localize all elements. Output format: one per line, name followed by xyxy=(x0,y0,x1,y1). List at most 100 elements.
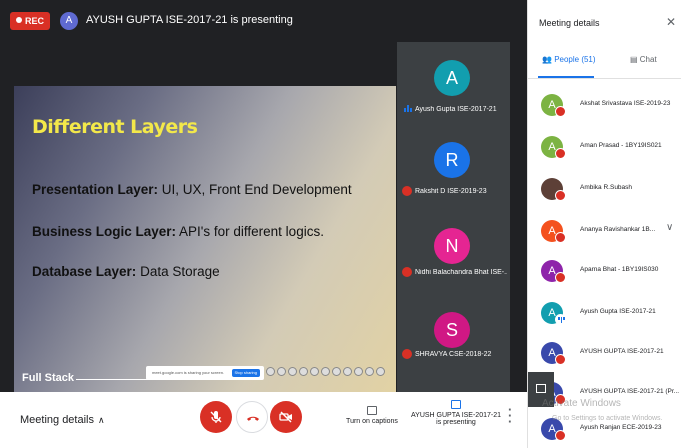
captions-label: Turn on captions xyxy=(346,418,398,425)
tab-chat-label: Chat xyxy=(639,55,657,64)
presenting-button[interactable]: AYUSH GUPTA ISE-2017-21 is presenting xyxy=(410,400,502,426)
participant-tile[interactable]: S SHRAVYA CSE-2018-22 xyxy=(397,300,510,392)
captions-button[interactable]: Turn on captions xyxy=(342,406,402,425)
mic-off-icon xyxy=(402,186,412,196)
presenting-status: AYUSH GUPTA ISE-2017-21 is presenting xyxy=(86,14,293,26)
panel-title: Meeting details xyxy=(539,18,600,28)
tile-avatar: A xyxy=(434,60,470,96)
chat-icon: ▤ xyxy=(630,55,640,64)
meeting-details-toggle[interactable]: Meeting details ∧ xyxy=(20,414,105,426)
participant-row[interactable]: A Akshat Srivastava ISE-2019-23 xyxy=(528,86,681,122)
presenter-avatar: A xyxy=(60,12,78,30)
presenter-toolbar xyxy=(266,367,385,379)
meeting-details-panel: Meeting details ✕ 👥 People (51) ▤ Chat A… xyxy=(527,0,681,448)
shared-slide: Different Layers Presentation Layer: UI,… xyxy=(14,86,396,392)
leave-call-button[interactable] xyxy=(236,401,268,433)
tile-name: Nidhi Balachandra Bhat ISE-... xyxy=(415,269,507,276)
present-screen-icon xyxy=(536,384,546,393)
share-bar-text: meet.google.com is sharing your screen. xyxy=(152,370,225,375)
people-icon: 👥 xyxy=(542,55,555,64)
mic-off-icon xyxy=(555,106,566,117)
meeting-details-label: Meeting details xyxy=(20,414,94,426)
participant-row[interactable]: A AYUSH GUPTA ISE-2017-21 xyxy=(528,334,681,370)
tile-name: SHRAVYA CSE-2018-22 xyxy=(415,351,492,358)
participant-name: Ananya Ravishankar 1B... xyxy=(580,226,656,233)
meet-window: REC A AYUSH GUPTA ISE-2017-21 is present… xyxy=(0,0,681,448)
participant-tile[interactable]: R Rakshit D ISE-2019-23 xyxy=(397,128,510,214)
mic-off-icon xyxy=(210,411,222,423)
captions-icon xyxy=(367,406,377,415)
present-screen-icon xyxy=(451,400,461,409)
slide-title: Different Layers xyxy=(32,116,198,138)
tab-chat[interactable]: ▤ Chat xyxy=(630,55,657,64)
tab-people[interactable]: 👥 People (51) xyxy=(542,55,596,64)
recording-label: REC xyxy=(25,16,45,26)
recording-badge: REC xyxy=(10,12,51,30)
mic-off-icon xyxy=(555,190,566,201)
speaking-indicator-icon xyxy=(404,105,412,112)
stop-sharing-button[interactable]: Stop sharing xyxy=(231,369,260,377)
slide-line-business: Business Logic Layer: API's for differen… xyxy=(32,224,324,239)
mic-off-icon xyxy=(555,148,566,159)
camera-off-icon xyxy=(279,411,292,423)
participant-tile[interactable]: A Ayush Gupta ISE-2017-21 xyxy=(397,42,510,128)
participant-name: Ayush Gupta ISE-2017-21 xyxy=(580,308,656,315)
participant-name: Akshat Srivastava ISE-2019-23 xyxy=(580,100,671,107)
more-options-icon[interactable]: · · · xyxy=(508,403,512,428)
windows-watermark: Activate Windows xyxy=(542,398,621,409)
presenting-label-line2: is presenting xyxy=(436,419,476,426)
mic-off-icon xyxy=(402,267,412,277)
meeting-stage: REC A AYUSH GUPTA ISE-2017-21 is present… xyxy=(0,0,527,392)
participant-tile[interactable]: N Nidhi Balachandra Bhat ISE-... xyxy=(397,214,510,300)
tool-icon[interactable] xyxy=(310,367,319,376)
tool-icon[interactable] xyxy=(299,367,308,376)
close-icon[interactable]: ✕ xyxy=(666,15,676,29)
participant-name: AYUSH GUPTA ISE-2017-21 (Pr... xyxy=(580,388,680,395)
tile-avatar: N xyxy=(434,228,470,264)
participant-name: Aparna Bhat - 1BY19IS030 xyxy=(580,266,659,273)
slide-line-database: Database Layer: Data Storage xyxy=(32,264,220,279)
hang-up-icon xyxy=(247,416,259,421)
participant-row[interactable]: A Aparna Bhat - 1BY19IS030 xyxy=(528,252,681,288)
tool-icon[interactable] xyxy=(376,367,385,376)
tool-icon[interactable] xyxy=(277,367,286,376)
mic-off-icon xyxy=(555,232,566,243)
speaking-indicator-icon xyxy=(555,314,566,325)
presenting-label-line1: AYUSH GUPTA ISE-2017-21 xyxy=(411,412,501,419)
tool-icon[interactable] xyxy=(354,367,363,376)
participant-row[interactable]: Ambika R.Subash xyxy=(528,170,681,206)
tool-icon[interactable] xyxy=(321,367,330,376)
chevron-up-icon: ∧ xyxy=(98,415,105,425)
screen-share-bar: meet.google.com is sharing your screen. S… xyxy=(146,366,264,380)
mic-off-icon xyxy=(555,354,566,365)
tool-icon[interactable] xyxy=(343,367,352,376)
record-dot-icon xyxy=(16,17,22,23)
tile-avatar: S xyxy=(434,312,470,348)
mic-toggle-button[interactable] xyxy=(200,401,232,433)
slide-line-presentation: Presentation Layer: UI, UX, Front End De… xyxy=(32,182,352,197)
chevron-down-icon[interactable]: ∨ xyxy=(666,222,673,233)
bottom-control-bar: Meeting details ∧ Turn on captions AYUSH … xyxy=(0,392,527,448)
participant-name: Ambika R.Subash xyxy=(580,184,633,191)
mic-off-icon xyxy=(555,430,566,441)
participant-row[interactable]: A Ayush Gupta ISE-2017-21 xyxy=(528,294,681,330)
tool-icon[interactable] xyxy=(288,367,297,376)
tab-divider xyxy=(528,78,681,79)
tool-icon[interactable] xyxy=(266,367,275,376)
participant-name: AYUSH GUPTA ISE-2017-21 xyxy=(580,348,664,355)
tile-name: Ayush Gupta ISE-2017-21 xyxy=(415,106,497,113)
tab-people-label: People (51) xyxy=(554,55,596,64)
windows-watermark-sub: Go to Settings to activate Windows. xyxy=(552,415,663,422)
tool-icon[interactable] xyxy=(365,367,374,376)
top-bar: REC A AYUSH GUPTA ISE-2017-21 is present… xyxy=(0,0,527,42)
participant-tiles: A Ayush Gupta ISE-2017-21 R Rakshit D IS… xyxy=(397,42,510,392)
participant-row[interactable]: A Ananya Ravishankar 1B... ∨ xyxy=(528,212,681,248)
tile-avatar: R xyxy=(434,142,470,178)
mic-off-icon xyxy=(555,272,566,283)
slide-footer: Full Stack xyxy=(22,372,74,384)
camera-toggle-button[interactable] xyxy=(270,401,302,433)
participant-name: Ayush Ranjan ECE-2019-23 xyxy=(580,424,662,431)
mic-off-icon xyxy=(402,349,412,359)
tool-icon[interactable] xyxy=(332,367,341,376)
participant-row[interactable]: A Aman Prasad - 1BY19IS021 xyxy=(528,128,681,164)
